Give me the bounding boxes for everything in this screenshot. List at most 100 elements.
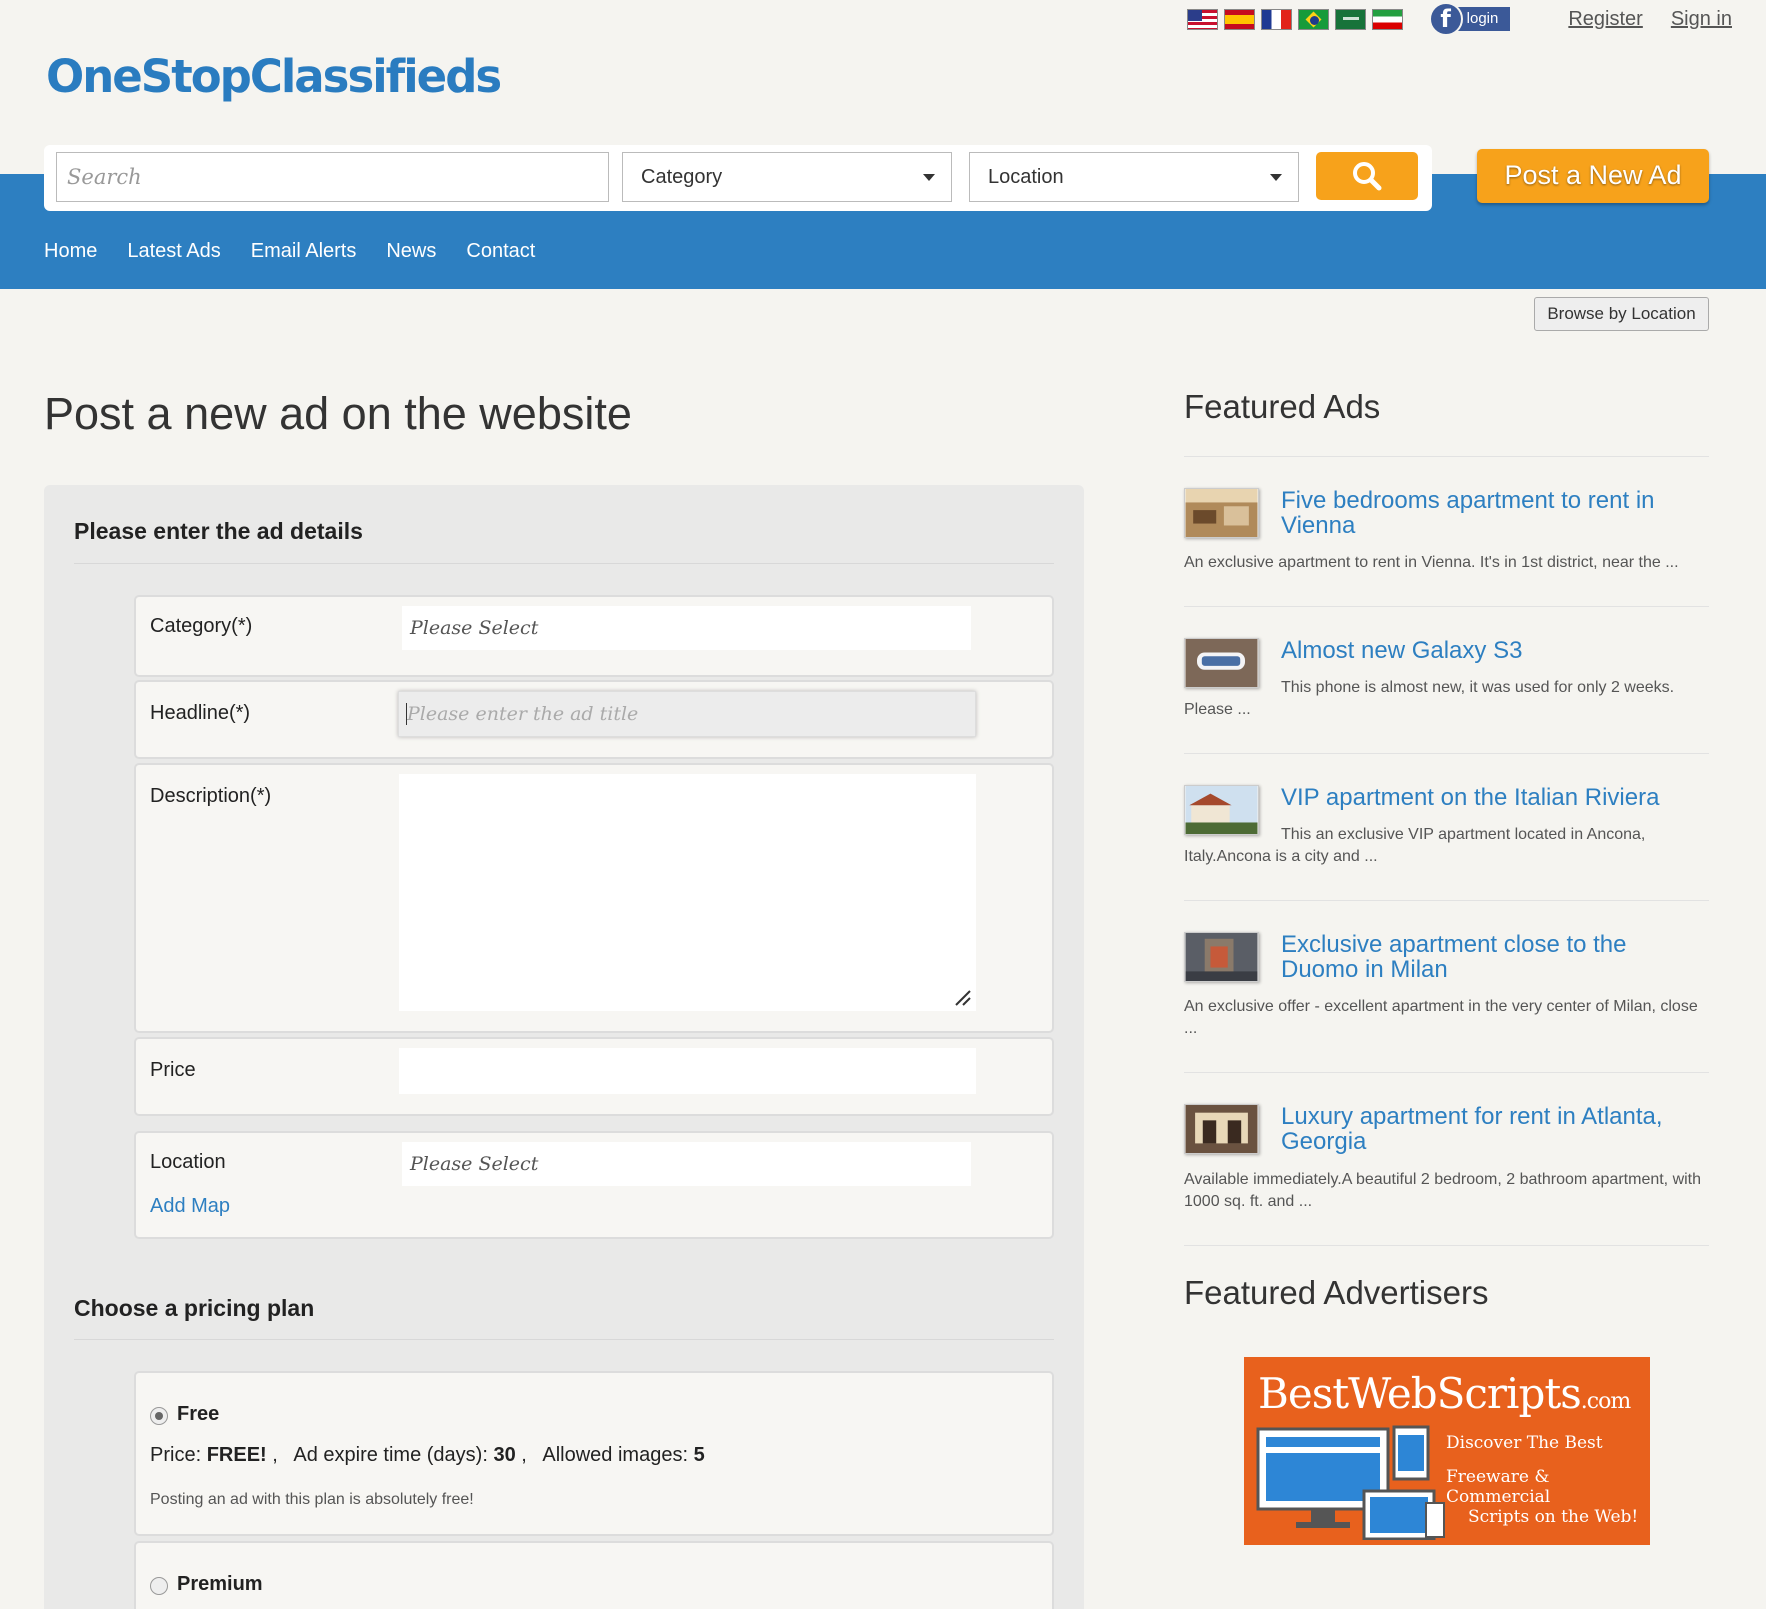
add-map-link[interactable]: Add Map [150,1195,230,1218]
price-row: Price [134,1037,1054,1116]
banner-line-1: Discover The Best [1446,1433,1603,1453]
divider [74,563,1054,564]
category-row: Category(*) Please Select [134,595,1054,677]
browse-by-location-button[interactable]: Browse by Location [1534,297,1709,331]
nav-email-alerts[interactable]: Email Alerts [251,240,357,263]
sign-in-link[interactable]: Sign in [1671,8,1732,31]
divider [1184,1072,1709,1073]
ad-title-link[interactable]: Luxury apartment for rent in Atlanta, Ge… [1281,1104,1701,1154]
pricing-heading: Choose a pricing plan [74,1295,315,1321]
plan-free-name: Free [177,1403,220,1425]
banner-line-3: Scripts on the Web! [1468,1507,1639,1527]
divider [1184,900,1709,901]
flag-es-icon[interactable] [1223,8,1255,30]
category-select-label: Category [641,166,723,188]
featured-ads-heading: Featured Ads [1184,388,1381,425]
details-heading: Please enter the ad details [74,518,363,544]
nav-latest-ads[interactable]: Latest Ads [127,240,220,263]
plan-premium[interactable]: Premium [134,1541,1054,1609]
chevron-down-icon [1270,174,1282,181]
location-row: Location Please Select Add Map [134,1131,1054,1239]
language-flags [1186,8,1403,30]
devices-icon [1256,1425,1445,1540]
divider [1184,753,1709,754]
expire-label: Ad expire time (days): [293,1444,488,1466]
plan-premium-radio[interactable] [150,1577,168,1595]
ad-title-link[interactable]: Almost new Galaxy S3 [1281,638,1701,663]
advertiser-banner[interactable]: BestWebScripts.com Discover The Best Fre… [1244,1357,1650,1545]
location-field-label: Location [150,1151,226,1173]
featured-ad: Almost new Galaxy S3 This phone is almos… [1184,638,1709,728]
ad-description-continued: Italy.Ancona is a city and ... [1184,848,1378,865]
ad-title-link[interactable]: Exclusive apartment close to the Duomo i… [1281,932,1701,982]
top-bar: f login Register Sign in [1186,2,1732,36]
category-field-select[interactable]: Please Select [402,606,971,650]
ad-thumbnail[interactable] [1184,488,1259,538]
banner-domain: .com [1580,1389,1631,1414]
ad-thumbnail[interactable] [1184,1104,1259,1154]
headline-input[interactable]: Please enter the ad title [398,691,976,737]
price-value: FREE! [206,1444,267,1466]
search-input[interactable]: Search [56,152,609,202]
nav-contact[interactable]: Contact [466,240,535,263]
plan-free-radio[interactable] [150,1407,168,1425]
plan-free[interactable]: Free Price: FREE! , Ad expire time (days… [134,1371,1054,1536]
ad-description: This an exclusive VIP apartment located … [1281,826,1646,843]
flag-ir-icon[interactable] [1371,8,1403,30]
site-logo[interactable]: OneStopClassifieds [46,50,502,103]
divider [1184,456,1709,457]
ad-description: Available immediately.A beautiful 2 bedr… [1184,1171,1702,1210]
description-field-label: Description(*) [150,785,272,807]
category-select[interactable]: Category [622,152,952,202]
ad-description: This phone is almost new, it was used fo… [1281,679,1675,696]
price-label: Price: [150,1444,202,1466]
ad-description: An exclusive apartment to rent in Vienna… [1184,554,1679,571]
images-value: 5 [693,1444,705,1466]
flag-us-icon[interactable] [1186,8,1218,30]
register-link[interactable]: Register [1568,8,1642,31]
location-select[interactable]: Location [969,152,1299,202]
ad-description-continued: Please ... [1184,701,1251,718]
facebook-login-button[interactable]: f login [1428,2,1511,36]
featured-ad: Five bedrooms apartment to rent in Vienn… [1184,488,1709,578]
divider [1184,1245,1709,1246]
ad-title-link[interactable]: Five bedrooms apartment to rent in Vienn… [1281,488,1701,538]
flag-fr-icon[interactable] [1260,8,1292,30]
post-new-ad-button[interactable]: Post a New Ad [1477,149,1709,203]
divider [74,1339,1054,1340]
description-textarea[interactable] [399,774,976,1011]
price-field-label: Price [150,1059,196,1081]
separator: , [515,1444,538,1466]
facebook-icon: f [1428,2,1463,36]
ad-thumbnail[interactable] [1184,785,1259,835]
ad-thumbnail[interactable] [1184,638,1259,688]
category-field-label: Category(*) [150,615,253,637]
ad-thumbnail[interactable] [1184,932,1259,982]
separator: , [266,1444,289,1466]
featured-advertisers-heading: Featured Advertisers [1184,1274,1489,1311]
plan-free-description: Posting an ad with this plan is absolute… [150,1491,474,1508]
main-nav: Home Latest Ads Email Alerts News Contac… [44,240,535,263]
resize-handle-icon[interactable] [952,987,972,1007]
ad-title-link[interactable]: VIP apartment on the Italian Riviera [1281,785,1701,810]
nav-home[interactable]: Home [44,240,97,263]
featured-ad: Exclusive apartment close to the Duomo i… [1184,932,1709,1042]
page-title: Post a new ad on the website [44,388,632,439]
featured-ad: Luxury apartment for rent in Atlanta, Ge… [1184,1104,1709,1214]
nav-news[interactable]: News [386,240,436,263]
price-input[interactable] [399,1048,976,1094]
headline-row: Headline(*) Please enter the ad title [134,680,1054,759]
banner-brand-name: BestWebScripts [1258,1369,1582,1418]
search-button[interactable] [1316,152,1418,200]
banner-line-2: Freeware & Commercial [1446,1467,1551,1507]
description-row: Description(*) [134,763,1054,1033]
ad-description: An exclusive offer - excellent apartment… [1184,998,1698,1037]
headline-field-label: Headline(*) [150,702,251,724]
plan-free-details: Price: FREE! , Ad expire time (days): 30… [150,1444,705,1467]
flag-br-icon[interactable] [1297,8,1329,30]
flag-sa-icon[interactable] [1334,8,1366,30]
expire-value: 30 [493,1444,516,1466]
location-field-select[interactable]: Please Select [402,1142,971,1186]
divider [1184,606,1709,607]
location-select-label: Location [988,166,1064,188]
